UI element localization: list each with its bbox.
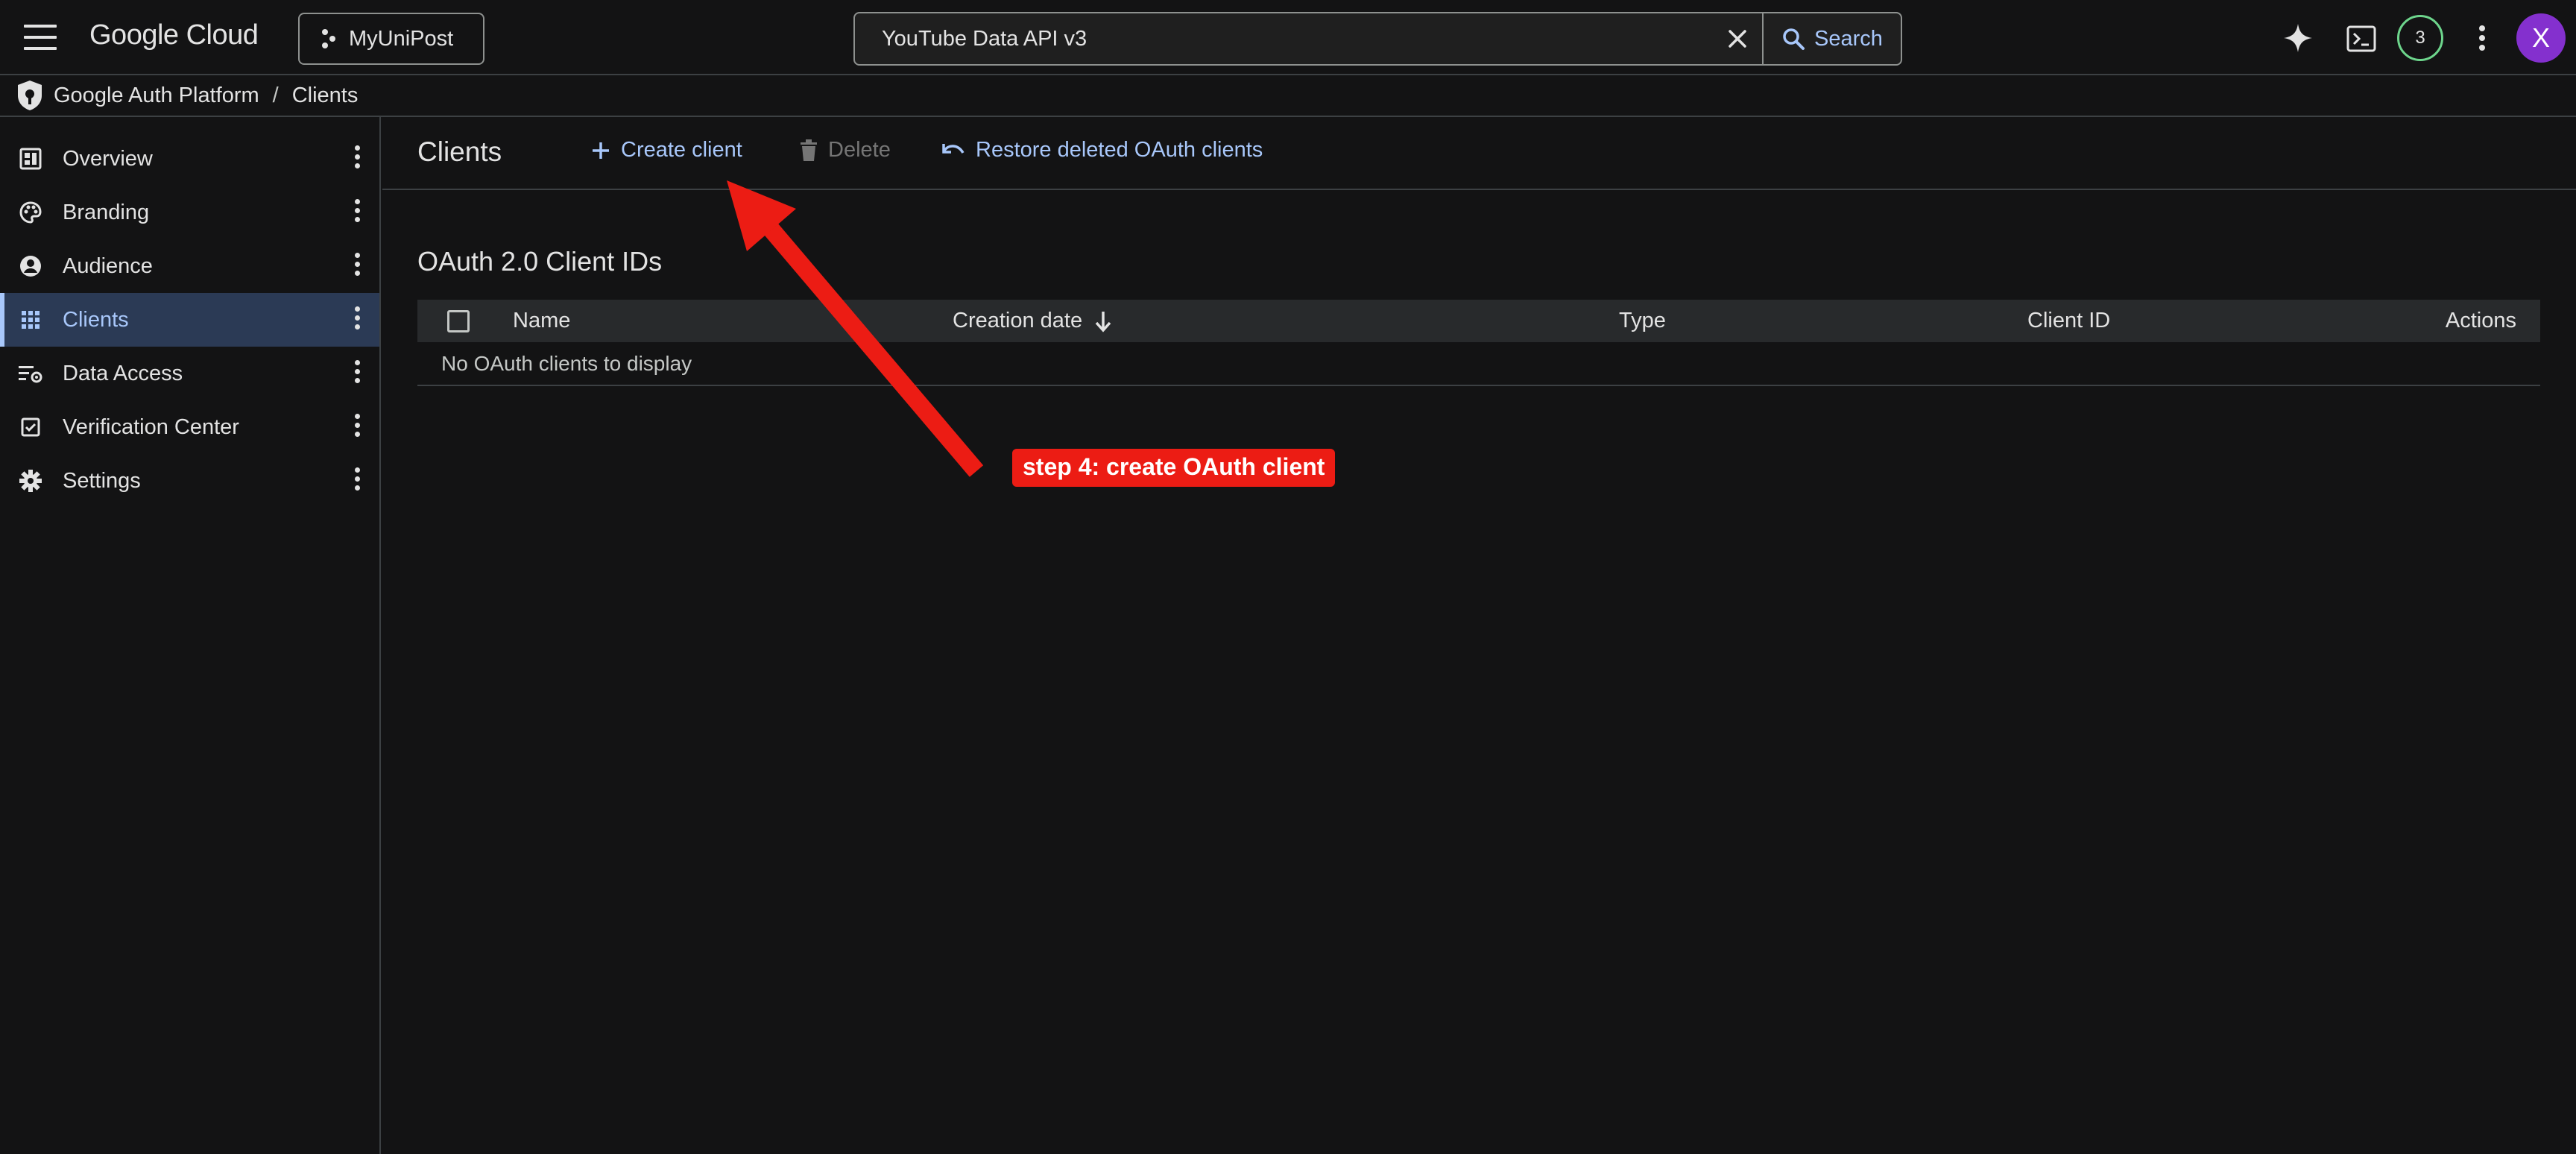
sidebar-item-verification-center[interactable]: Verification Center (0, 400, 379, 454)
gear-icon (18, 468, 43, 494)
empty-table-message: No OAuth clients to display (417, 342, 2540, 386)
more-vert-icon[interactable] (353, 306, 362, 333)
google-cloud-logo[interactable]: Google Cloud (89, 19, 259, 51)
sidebar-item-label: Overview (63, 146, 153, 171)
search-bar: Search (853, 12, 1902, 66)
column-header-type[interactable]: Type (1619, 309, 1666, 333)
project-icon (321, 28, 337, 49)
dashboard-icon (18, 146, 43, 171)
page-header: Clients Create client Delete Restore del… (382, 117, 2576, 190)
breadcrumb-auth-platform[interactable]: Google Auth Platform (54, 83, 259, 108)
column-header-client-id[interactable]: Client ID (2027, 309, 2110, 333)
sidebar-item-overview[interactable]: Overview (0, 132, 379, 186)
project-picker-button[interactable]: MyUniPost (298, 13, 484, 65)
sidebar-item-label: Data Access (63, 361, 183, 385)
more-vert-icon[interactable] (353, 360, 362, 387)
more-vert-icon[interactable] (353, 467, 362, 494)
sidebar-item-label: Branding (63, 200, 150, 224)
column-header-label: Creation date (953, 309, 1083, 332)
delete-label: Delete (828, 138, 891, 162)
sidebar-item-audience[interactable]: Audience (0, 239, 379, 293)
trash-icon (800, 139, 818, 162)
sidebar-item-clients[interactable]: Clients (0, 293, 379, 347)
auth-platform-shield-icon (15, 79, 45, 112)
gemini-sparkle-icon[interactable] (2282, 22, 2314, 54)
search-input[interactable] (855, 13, 1713, 64)
column-header-creation-date[interactable]: Creation date (953, 309, 1112, 333)
restore-deleted-clients-button[interactable]: Restore deleted OAuth clients (941, 138, 1263, 163)
breadcrumb: Google Auth Platform / Clients (0, 75, 2576, 117)
more-vert-icon[interactable] (353, 145, 362, 172)
breadcrumb-separator: / (272, 83, 279, 107)
verified-checkbox-icon (18, 414, 43, 440)
more-vert-icon[interactable] (353, 199, 362, 226)
sidebar-item-data-access[interactable]: Data Access (0, 347, 379, 400)
more-vert-icon[interactable] (2475, 22, 2490, 54)
palette-icon (18, 200, 43, 225)
sort-arrow-down-icon (1094, 310, 1112, 332)
project-name: MyUniPost (349, 26, 454, 51)
sidebar: Overview Branding Audience Clients Data … (0, 117, 381, 1154)
search-button-label: Search (1814, 26, 1883, 51)
sidebar-item-settings[interactable]: Settings (0, 454, 379, 508)
delete-button[interactable]: Delete (800, 138, 891, 163)
sidebar-item-label: Clients (63, 307, 129, 332)
search-button[interactable]: Search (1762, 13, 1901, 64)
restore-label: Restore deleted OAuth clients (976, 138, 1263, 162)
breadcrumb-clients[interactable]: Clients (292, 83, 359, 108)
sidebar-item-label: Settings (63, 468, 141, 493)
cloud-shell-terminal-icon[interactable] (2346, 25, 2376, 52)
select-all-checkbox[interactable] (447, 310, 470, 332)
create-client-button[interactable]: Create client (591, 138, 742, 163)
undo-icon (941, 141, 965, 160)
data-access-icon (18, 361, 43, 386)
apps-grid-icon (18, 307, 43, 332)
sidebar-item-branding[interactable]: Branding (0, 186, 379, 239)
search-icon (1781, 27, 1805, 51)
account-avatar[interactable]: X (2516, 13, 2566, 63)
section-title: OAuth 2.0 Client IDs (417, 246, 663, 277)
more-vert-icon[interactable] (353, 414, 362, 441)
main-menu-icon[interactable] (24, 25, 57, 50)
person-icon (18, 253, 43, 279)
notifications-badge[interactable]: 3 (2397, 15, 2443, 61)
clear-search-icon[interactable] (1713, 14, 1762, 63)
annotation-label: step 4: create OAuth client (1012, 449, 1336, 487)
sidebar-item-label: Audience (63, 253, 153, 278)
more-vert-icon[interactable] (353, 253, 362, 280)
page-title: Clients (417, 136, 502, 167)
plus-icon (591, 141, 610, 160)
create-client-label: Create client (621, 138, 742, 162)
table-header-row: Name Creation date Type Client ID Action… (417, 300, 2540, 342)
top-bar: Google Cloud MyUniPost Search (0, 0, 2576, 75)
oauth-clients-table: Name Creation date Type Client ID Action… (417, 300, 2540, 386)
column-header-actions: Actions (2445, 309, 2516, 332)
sidebar-item-label: Verification Center (63, 414, 239, 439)
column-header-name[interactable]: Name (513, 309, 570, 333)
